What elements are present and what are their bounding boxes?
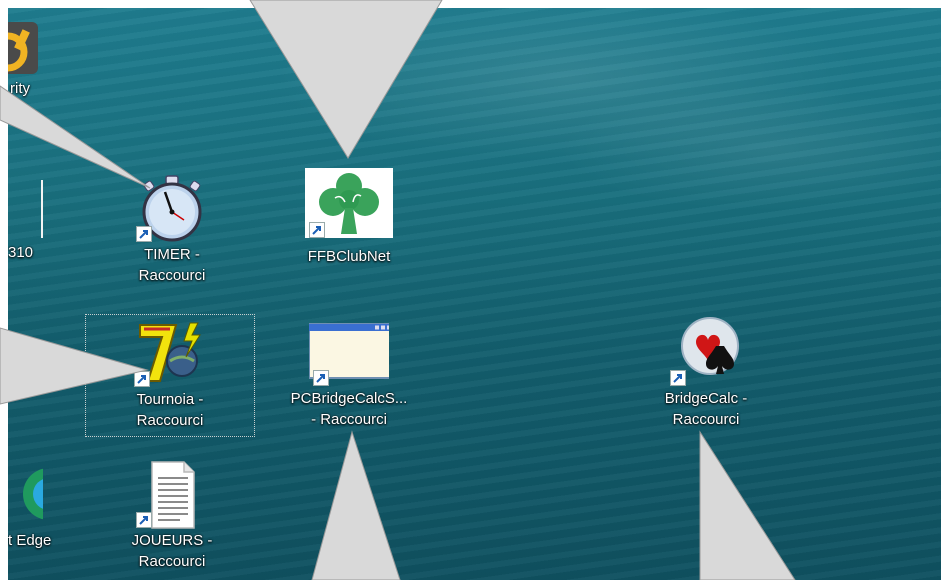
icon-label: TIMER - Raccourci (138, 246, 206, 284)
shortcut-arrow-icon (134, 371, 150, 387)
icon-label: PCBridgeCalcS... - Raccourci (290, 390, 408, 428)
edge-icon (23, 468, 75, 520)
icon-label: 310 (8, 244, 34, 261)
shortcut-arrow-icon (309, 222, 325, 238)
desktop-icon-ffbclubnet[interactable]: FFBClubNet (264, 168, 434, 267)
file-icon (41, 180, 59, 238)
icon-label: rity (10, 80, 30, 97)
desktop-icon-security[interactable]: rity (8, 16, 88, 99)
desktop-icon-tournoia[interactable]: Tournoia - Raccourci (85, 314, 255, 437)
desktop-icon-pcbridgecalc[interactable]: PCBridgeCalcS... - Raccourci (264, 316, 434, 430)
desktop-icon-joueurs[interactable]: JOUEURS - Raccourci (87, 458, 257, 572)
shortcut-arrow-icon (136, 226, 152, 242)
desktop-icon-timer[interactable]: TIMER - Raccourci (87, 172, 257, 286)
shortcut-arrow-icon (313, 370, 329, 386)
desktop: rity 310 TIMER - Raccourci FFBClubNet To… (8, 8, 941, 580)
shortcut-arrow-icon (670, 370, 686, 386)
icon-label: t Edge (8, 532, 52, 549)
desktop-icon-bridgecalc[interactable]: BridgeCalc - Raccourci (621, 316, 791, 430)
desktop-icon-edge[interactable]: t Edge (8, 458, 88, 551)
icon-label: JOUEURS - Raccourci (131, 532, 213, 570)
icon-label: BridgeCalc - Raccourci (664, 390, 748, 428)
security-app-icon (8, 22, 38, 74)
shortcut-arrow-icon (136, 512, 152, 528)
icon-label: Tournoia - Raccourci (136, 391, 204, 429)
desktop-icon-310[interactable]: 310 (8, 174, 88, 263)
icon-label: FFBClubNet (307, 248, 391, 265)
